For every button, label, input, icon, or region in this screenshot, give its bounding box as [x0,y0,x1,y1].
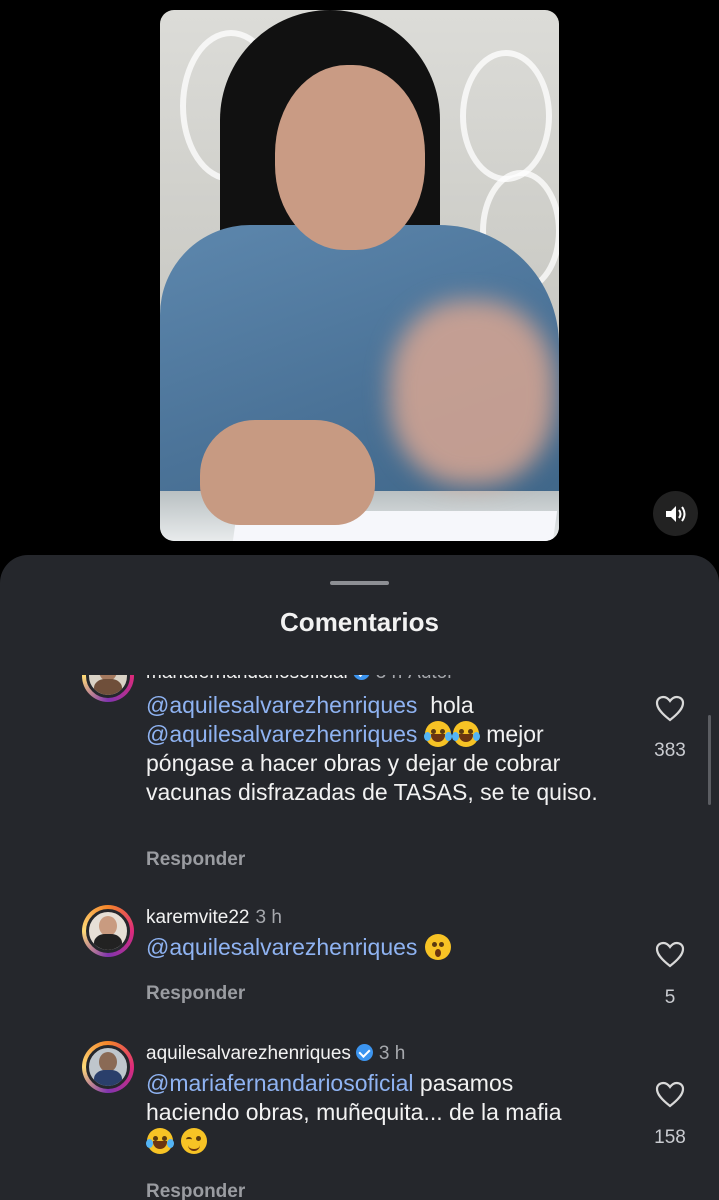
avatar[interactable] [82,1041,134,1093]
comment-username[interactable]: aquilesalvarezhenriques [146,1043,351,1064]
mention-link[interactable]: @mariafernandariosoficial [146,1070,414,1096]
sheet-title: Comentarios [280,607,439,637]
comment-header: aquilesalvarezhenriques 3 h [146,1043,405,1065]
heart-icon[interactable] [650,941,690,973]
verified-badge-icon [355,1044,373,1061]
verified-badge-icon [352,675,370,680]
mention-link[interactable]: @aquilesalvarezhenriques [146,934,417,960]
comment-text: @aquilesalvarezhenriques hola @aquilesal… [146,691,606,807]
comment-header: mariafernandariosoficial 3 h Autor [146,675,454,684]
avatar[interactable] [82,675,134,702]
video-player[interactable] [160,10,559,541]
comment-time: 3 h [255,907,282,928]
comment-text: @aquilesalvarezhenriques [146,933,606,962]
surprised-emoji-icon [424,934,451,960]
reply-button[interactable]: Responder [146,849,245,871]
moving-hand [390,300,555,485]
comment-username[interactable]: mariafernandariosoficial [146,675,348,683]
like-count: 5 [664,987,676,1008]
comment-header: karemvite22 3 h [146,907,282,929]
winking-emoji-icon [181,1128,208,1154]
heart-icon[interactable] [650,695,690,727]
author-tag: Autor [408,675,453,683]
person-hand [200,420,375,525]
sheet-grabber[interactable] [330,581,389,585]
comment-time: 3 h [378,1043,406,1064]
comment-username[interactable]: karemvite22 [146,907,250,928]
person-face [275,65,425,250]
laughing-tears-emoji-icon [451,721,480,747]
comments-sheet: Comentarios mariafernandariosoficial 3 h A… [0,555,719,1200]
laughing-tears-emoji-icon [423,721,452,747]
reply-button[interactable]: Responder [146,1181,245,1200]
laughing-tears-emoji-icon [146,1128,174,1154]
avatar[interactable] [82,905,134,957]
comment-time: 3 h [376,675,402,683]
comment-text: @mariafernandariosoficial pasamos hacien… [146,1069,606,1156]
like-count: 158 [654,1127,686,1148]
wall-decoration [460,50,552,182]
reply-button[interactable]: Responder [146,983,245,1005]
mention-link[interactable]: @aquilesalvarezhenriques [146,692,417,718]
comments-list: mariafernandariosoficial 3 h Autor @aquile… [0,675,719,1200]
heart-icon[interactable] [650,1081,690,1113]
speaker-icon[interactable] [653,491,698,536]
mention-link[interactable]: @aquilesalvarezhenriques [146,721,417,747]
comment-text-part: hola [430,692,474,718]
like-count: 383 [654,740,686,761]
